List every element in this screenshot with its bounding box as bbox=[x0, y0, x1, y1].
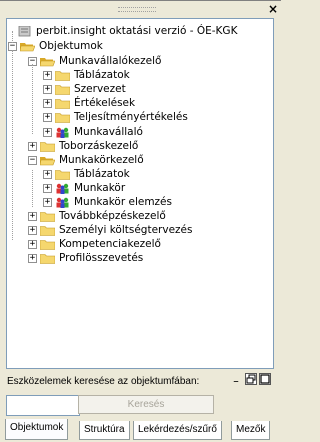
folder-icon bbox=[55, 113, 70, 124]
users-icon bbox=[56, 183, 69, 194]
expand-icon[interactable]: + bbox=[43, 169, 52, 179]
tree-item-label: Munkavállalókezelő bbox=[59, 55, 162, 67]
maximize-icon[interactable] bbox=[259, 373, 271, 385]
expand-icon[interactable]: + bbox=[28, 254, 37, 264]
panel-titlebar: × bbox=[0, 0, 281, 18]
open-folder-icon bbox=[20, 43, 35, 52]
tab-strukt-ra[interactable]: Struktúra bbox=[79, 421, 130, 440]
restore-glyph-icon bbox=[246, 374, 256, 384]
tree-item-label: Értékelések bbox=[74, 97, 136, 110]
search-button[interactable]: Keresés bbox=[78, 395, 214, 414]
restore-icon[interactable] bbox=[245, 373, 257, 385]
folder-icon bbox=[40, 226, 55, 236]
expand-icon[interactable]: + bbox=[43, 113, 52, 123]
maximize-glyph-icon bbox=[260, 374, 270, 384]
tree-item-label: Munkakör elemzés bbox=[74, 196, 172, 208]
tree-item-label: Munkakörkezelő bbox=[59, 153, 144, 166]
tree-item-label: Kompetenciakezelő bbox=[59, 238, 161, 251]
expand-icon[interactable]: + bbox=[43, 183, 52, 193]
folder-icon bbox=[40, 240, 55, 251]
tree-connector bbox=[12, 31, 13, 43]
server-icon bbox=[18, 26, 31, 37]
expand-icon[interactable]: + bbox=[28, 226, 37, 236]
expand-icon[interactable]: + bbox=[43, 99, 52, 109]
tree-root-label: perbit.insight oktatási verzió - ÓE-KGK bbox=[36, 25, 238, 37]
tree-item-label: Személyi költségtervezés bbox=[59, 224, 193, 237]
tree-item-label: Munkavállaló bbox=[74, 125, 143, 138]
users-icon bbox=[56, 197, 69, 208]
tree-item-label: Munkakör bbox=[74, 181, 126, 194]
users-icon bbox=[56, 127, 69, 138]
tab-mez-k[interactable]: Mezők bbox=[231, 421, 271, 440]
tree-connector bbox=[32, 170, 33, 207]
tree-item-label: Táblázatok bbox=[74, 167, 130, 180]
bottom-tabs: Objektumok Struktúra Lekérdezés/szűrő Mezők bbox=[0, 417, 281, 442]
expand-icon[interactable]: + bbox=[28, 212, 37, 222]
tree-item-label: Profilösszevetés bbox=[59, 252, 144, 265]
search-caption: Eszközelemek keresése az objektumfában: bbox=[7, 376, 200, 387]
collapse-icon[interactable]: − bbox=[28, 155, 37, 165]
expand-icon[interactable]: + bbox=[43, 198, 52, 207]
tree-connector bbox=[12, 50, 13, 240]
folder-icon bbox=[40, 141, 55, 152]
object-tree[interactable]: perbit.insight oktatási verzió - ÓE-KGK … bbox=[6, 18, 274, 369]
folder-icon bbox=[55, 71, 70, 81]
tree-item-label: Teljesítményértékelés bbox=[74, 111, 188, 124]
folder-icon bbox=[40, 254, 55, 265]
folder-icon bbox=[55, 85, 70, 95]
open-folder-icon bbox=[40, 156, 55, 165]
expand-icon[interactable]: + bbox=[28, 240, 37, 250]
close-icon[interactable]: × bbox=[268, 2, 278, 16]
tree-item-label: Szervezet bbox=[74, 83, 126, 96]
tree-item-label: Toborzáskezelő bbox=[59, 139, 139, 152]
expand-icon[interactable]: + bbox=[43, 85, 52, 95]
expand-icon[interactable]: + bbox=[43, 71, 52, 81]
folder-icon bbox=[40, 212, 55, 222]
tree-item-label: Továbbképzéskezelő bbox=[59, 210, 166, 223]
tree-item-label: Táblázatok bbox=[74, 69, 130, 82]
folder-icon bbox=[55, 169, 70, 180]
expand-icon[interactable]: + bbox=[43, 127, 52, 137]
open-folder-icon bbox=[40, 58, 55, 67]
tab-objektumok[interactable]: Objektumok bbox=[5, 419, 69, 440]
folder-icon bbox=[55, 99, 70, 110]
minimize-icon[interactable]: _ bbox=[231, 373, 241, 383]
tree-item-label: Objektumok bbox=[39, 40, 103, 52]
tree-connector bbox=[32, 64, 33, 134]
drag-handle[interactable] bbox=[118, 7, 156, 12]
tab-lek-rdez-s-sz-r-[interactable]: Lekérdezés/szűrő bbox=[133, 421, 222, 440]
search-input[interactable] bbox=[6, 395, 80, 416]
expand-icon[interactable]: + bbox=[28, 141, 37, 151]
